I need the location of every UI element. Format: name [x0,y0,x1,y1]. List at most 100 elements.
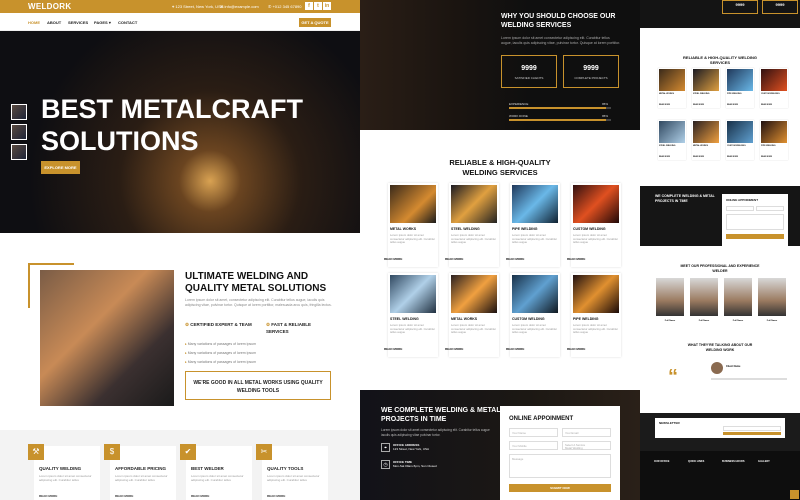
service-card[interactable]: $ AFFORDABLE PRICING Lorem ipsum dolor s… [104,444,176,500]
service-card[interactable]: METAL WORKS READ MORE [658,68,686,108]
facebook-icon[interactable]: f [305,2,313,10]
nav-contact[interactable]: CONTACT [118,20,137,25]
welder-icon: ✔ [180,444,196,460]
testimonial-title-text: WHAT THEY'RE TALKING ABOUT OUR WELDING W… [687,343,753,352]
linkedin-icon[interactable]: in [323,2,331,10]
read-more-link[interactable]: READ MORE [693,104,704,106]
main-nav: HOME ABOUT SERVICES PAGES ▾ CONTACT GET … [0,13,360,31]
service-card[interactable]: CUSTOM WELDING READ MORE [760,68,788,108]
mobile-field[interactable]: Your Mobile [509,441,558,450]
service-card-desc: Lorem ipsum dolor sit amet consectetur a… [573,233,619,245]
projects-text: Lorem ipsum dolor sit amet consectetur a… [381,428,490,437]
team-member[interactable]: Full Name [724,278,752,322]
progress-fill [509,107,606,109]
get-quote-button[interactable]: GET A QUOTE [299,18,331,27]
read-more-link[interactable]: READ MORE [659,104,670,106]
tools-icon: ✂ [256,444,272,460]
service-card[interactable]: ✂ QUALITY TOOLS Lorem ipsum dolor sit am… [256,444,328,500]
service-card[interactable]: PIPE WELDING Lorem ipsum dolor sit amet c… [567,273,621,357]
service-card[interactable]: CUSTOM WELDING Lorem ipsum dolor sit amet… [567,183,621,267]
read-more-link[interactable]: READ MORE [115,494,133,498]
submit-button[interactable]: SUBMIT NOW [509,484,611,492]
hero-title: BEST METALCRAFT SOLUTIONS [41,94,303,156]
read-more-link[interactable]: READ MORE [384,347,402,351]
read-more-link[interactable]: READ MORE [693,156,704,158]
nav-services[interactable]: SERVICES [68,20,88,25]
hero-banner: BEST METALCRAFT SOLUTIONS EXPLORE MORE [0,31,360,233]
service-card[interactable]: ✔ BEST WELDER Lorem ipsum dolor sit amet… [180,444,252,500]
subscribe-button[interactable] [723,432,781,435]
service-card-desc: Lorem ipsum dolor sit amet consectetur a… [39,474,92,482]
service-card[interactable]: STEEL WELDING Lorem ipsum dolor sit amet … [445,183,499,267]
team-member[interactable]: Full Name [758,278,786,322]
read-more-link[interactable]: READ MORE [727,156,738,158]
service-card[interactable]: STEEL WELDING Lorem ipsum dolor sit amet … [384,273,438,357]
service-card[interactable]: PIPE WELDING Lorem ipsum dolor sit amet c… [506,183,560,267]
message-field[interactable]: Message [509,454,611,478]
service-card-desc: Lorem ipsum dolor sit amet consectetur a… [573,323,619,335]
service-image [659,121,685,143]
about-bullet: Many variations of passages of lorem ips… [185,351,256,355]
submit-button[interactable] [726,234,784,239]
read-more-link[interactable]: READ MORE [384,257,402,261]
services-title-text: RELIABLE & HIGH-QUALITY WELDING SERVICES [683,55,757,65]
service-image [693,69,719,91]
back-to-top-button[interactable] [790,490,799,499]
read-more-link[interactable]: READ MORE [567,257,585,261]
read-more-link[interactable]: READ MORE [39,494,57,498]
name-field[interactable]: Your Name [509,428,558,437]
service-card[interactable]: PIPE WELDING READ MORE [760,120,788,160]
newsletter-email-input[interactable] [723,426,781,431]
hero-thumb-2[interactable] [11,124,27,140]
email-text[interactable]: ✉ info@example.com [220,4,259,9]
team-title-text: MEET OUR PROFESSIONAL AND EXPERIENCE WEL… [680,264,760,273]
nav-home[interactable]: HOME [28,20,40,25]
nav-about[interactable]: ABOUT [47,20,61,25]
service-image [659,69,685,91]
service-card[interactable]: STEEL WELDING READ MORE [658,120,686,160]
service-image [573,185,619,223]
email-field[interactable]: Your Email [562,428,611,437]
name-field[interactable] [726,206,754,211]
read-more-link[interactable]: READ MORE [659,156,670,158]
service-card-title: AFFORDABLE PRICING [115,466,166,471]
team-member[interactable]: Full Name [656,278,684,322]
read-more-link[interactable]: READ MORE [267,494,285,498]
service-select[interactable]: Select A Service Metal Welding [562,441,611,450]
email-field[interactable] [756,206,784,211]
read-more-link[interactable]: READ MORE [761,156,772,158]
newsletter-title: NEWSLETTER [659,421,680,425]
service-card[interactable]: METAL WORKS Lorem ipsum dolor sit amet co… [445,273,499,357]
service-image [761,69,787,91]
read-more-link[interactable]: READ MORE [191,494,209,498]
read-more-link[interactable]: READ MORE [506,347,524,351]
service-card-desc: Lorem ipsum dolor sit amet consectetur a… [191,474,244,482]
hero-thumb-1[interactable] [11,104,27,120]
read-more-link[interactable]: READ MORE [445,257,463,261]
explore-more-button[interactable]: EXPLORE MORE [41,161,80,174]
nav-pages[interactable]: PAGES ▾ [94,20,111,25]
service-card[interactable]: METAL WORKS READ MORE [692,120,720,160]
team-member[interactable]: Full Name [690,278,718,322]
service-card[interactable]: ⚒ QUALITY WELDING Lorem ipsum dolor sit … [28,444,100,500]
brand-logo[interactable]: WELDORK [28,2,71,11]
office-time-value: Mon-Sat 09am-5pm, Sun Closed [393,464,437,468]
service-card-title: STEEL WELDING [659,145,676,147]
read-more-link[interactable]: READ MORE [761,104,772,106]
service-card-title: METAL WORKS [693,145,708,147]
service-card[interactable]: CUSTOM WELDING Lorem ipsum dolor sit amet… [506,273,560,357]
twitter-icon[interactable]: t [314,2,322,10]
service-card[interactable]: STEEL WELDING READ MORE [692,68,720,108]
service-image [451,275,497,313]
read-more-link[interactable]: READ MORE [506,257,524,261]
service-card[interactable]: CUSTOM WELDING READ MORE [726,120,754,160]
hero-thumb-3[interactable] [11,144,27,160]
stats-strip: 9999 9999 [640,0,800,28]
read-more-link[interactable]: READ MORE [567,347,585,351]
message-field[interactable] [726,214,784,230]
read-more-link[interactable]: READ MORE [445,347,463,351]
service-image [727,69,753,91]
service-card[interactable]: METAL WORKS Lorem ipsum dolor sit amet co… [384,183,438,267]
service-card[interactable]: PIPE WELDING READ MORE [726,68,754,108]
read-more-link[interactable]: READ MORE [727,104,738,106]
